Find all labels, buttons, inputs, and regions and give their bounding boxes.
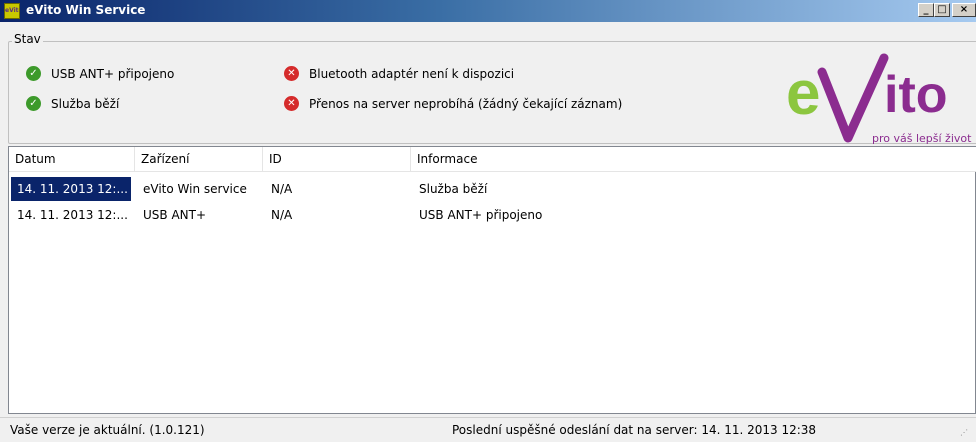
cell-id[interactable]: N/A [265, 203, 411, 227]
evito-logo: e ito pro váš lepší život [786, 52, 976, 148]
window-title: eVito Win Service [26, 3, 146, 17]
error-icon: ✕ [284, 96, 299, 111]
check-icon: ✓ [26, 96, 41, 111]
app-window: eVito eVito Win Service _ □ × Stav ✓ USB… [0, 0, 976, 442]
last-upload-status: Poslední uspěšné odeslání dat na server:… [452, 423, 817, 437]
app-icon[interactable]: eVito [4, 3, 20, 19]
status-bar: Vaše verze je aktuální. (1.0.121) Posled… [0, 417, 976, 442]
cell-datum[interactable]: 14. 11. 2013 12:... [11, 177, 131, 201]
version-status: Vaše verze je aktuální. (1.0.121) [10, 423, 205, 437]
column-header-zarizeni[interactable]: Zařízení [135, 147, 263, 171]
close-button[interactable]: × [952, 3, 976, 17]
table-row[interactable]: 14. 11. 2013 12:... eVito Win service N/… [9, 177, 976, 201]
status-usb-label: USB ANT+ připojeno [51, 66, 175, 81]
cell-id[interactable]: N/A [265, 177, 411, 201]
logo-tagline: pro váš lepší život [872, 132, 972, 145]
status-server: ✕ Přenos na server neprobíhá (žádný čeka… [284, 96, 622, 111]
list-header: Datum Zařízení ID Informace [9, 147, 976, 172]
cell-zarizeni[interactable]: eVito Win service [137, 177, 263, 201]
column-header-datum[interactable]: Datum [9, 147, 135, 171]
maximize-button[interactable]: □ [934, 3, 950, 17]
cell-informace[interactable]: USB ANT+ připojeno [413, 203, 973, 227]
column-header-informace[interactable]: Informace [411, 147, 976, 171]
status-usb: ✓ USB ANT+ připojeno [26, 66, 174, 81]
status-service-label: Služba běží [51, 96, 120, 111]
status-bluetooth: ✕ Bluetooth adaptér není k dispozici [284, 66, 514, 81]
minimize-button[interactable]: _ [918, 3, 934, 17]
status-service: ✓ Služba běží [26, 96, 119, 111]
event-list[interactable]: Datum Zařízení ID Informace 14. 11. 2013… [8, 146, 976, 414]
status-server-label: Přenos na server neprobíhá (žádný čekají… [309, 96, 623, 111]
check-icon: ✓ [26, 66, 41, 81]
status-bluetooth-label: Bluetooth adaptér není k dispozici [309, 66, 515, 81]
table-row[interactable]: 14. 11. 2013 12:... USB ANT+ N/A USB ANT… [9, 203, 976, 227]
title-bar[interactable]: eVito eVito Win Service _ □ × [0, 0, 976, 22]
svg-text:ito: ito [884, 66, 948, 124]
error-icon: ✕ [284, 66, 299, 81]
resize-grip-icon[interactable]: ⋰ [960, 428, 968, 437]
cell-zarizeni[interactable]: USB ANT+ [137, 203, 263, 227]
cell-datum[interactable]: 14. 11. 2013 12:... [11, 203, 131, 227]
column-header-id[interactable]: ID [263, 147, 411, 171]
status-group-legend: Stav [12, 32, 43, 46]
cell-informace[interactable]: Služba běží [413, 177, 973, 201]
svg-text:e: e [786, 59, 820, 128]
